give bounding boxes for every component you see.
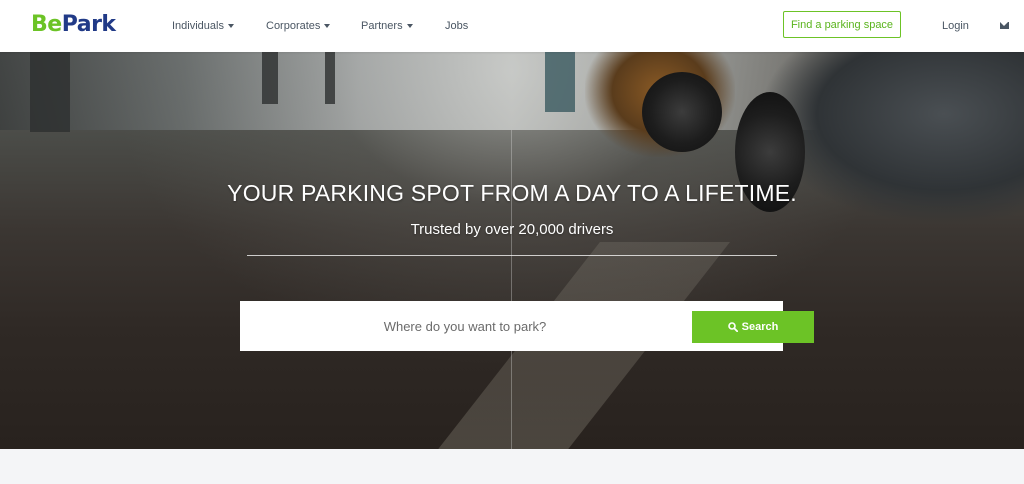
hero-subline: Trusted by over 20,000 drivers <box>410 221 614 238</box>
hero-background-wheel <box>642 72 722 152</box>
site-header: BePark Individuals Corporates Partners J… <box>0 0 1024 52</box>
nav-corporates[interactable]: Corporates <box>266 18 331 34</box>
nav-jobs-label: Jobs <box>445 20 469 32</box>
location-search-input[interactable] <box>240 301 690 351</box>
hero-background-pillar <box>545 52 575 112</box>
envelope-icon[interactable] <box>1000 22 1009 29</box>
nav-partners-label: Partners <box>361 20 403 32</box>
nav-individuals[interactable]: Individuals <box>172 18 234 34</box>
find-parking-space-button[interactable]: Find a parking space <box>783 11 901 38</box>
hero-headline: YOUR PARKING SPOT FROM A DAY TO A LIFETI… <box>227 180 797 206</box>
hero-section: YOUR PARKING SPOT FROM A DAY TO A LIFETI… <box>0 52 1024 449</box>
nav-corporates-label: Corporates <box>266 20 321 32</box>
logo-be: Be <box>31 12 62 37</box>
caret-down-icon <box>406 24 413 29</box>
search-icon <box>727 322 738 332</box>
search-button-label: Search <box>741 321 779 333</box>
logo-park: Park <box>61 12 116 37</box>
hero-background-pillar <box>262 52 278 104</box>
page-content-area <box>0 449 1024 484</box>
hero-background-pillar <box>325 52 335 104</box>
caret-down-icon <box>227 24 234 29</box>
nav-individuals-label: Individuals <box>172 20 224 32</box>
nav-partners[interactable]: Partners <box>361 18 413 34</box>
hero-background-pillar <box>30 52 70 132</box>
hero-divider <box>247 255 777 256</box>
caret-down-icon <box>324 24 331 29</box>
nav-jobs[interactable]: Jobs <box>445 18 468 34</box>
search-button[interactable]: Search <box>692 311 814 343</box>
bepark-logo[interactable]: BePark <box>31 12 116 38</box>
login-link[interactable]: Login <box>942 18 969 34</box>
